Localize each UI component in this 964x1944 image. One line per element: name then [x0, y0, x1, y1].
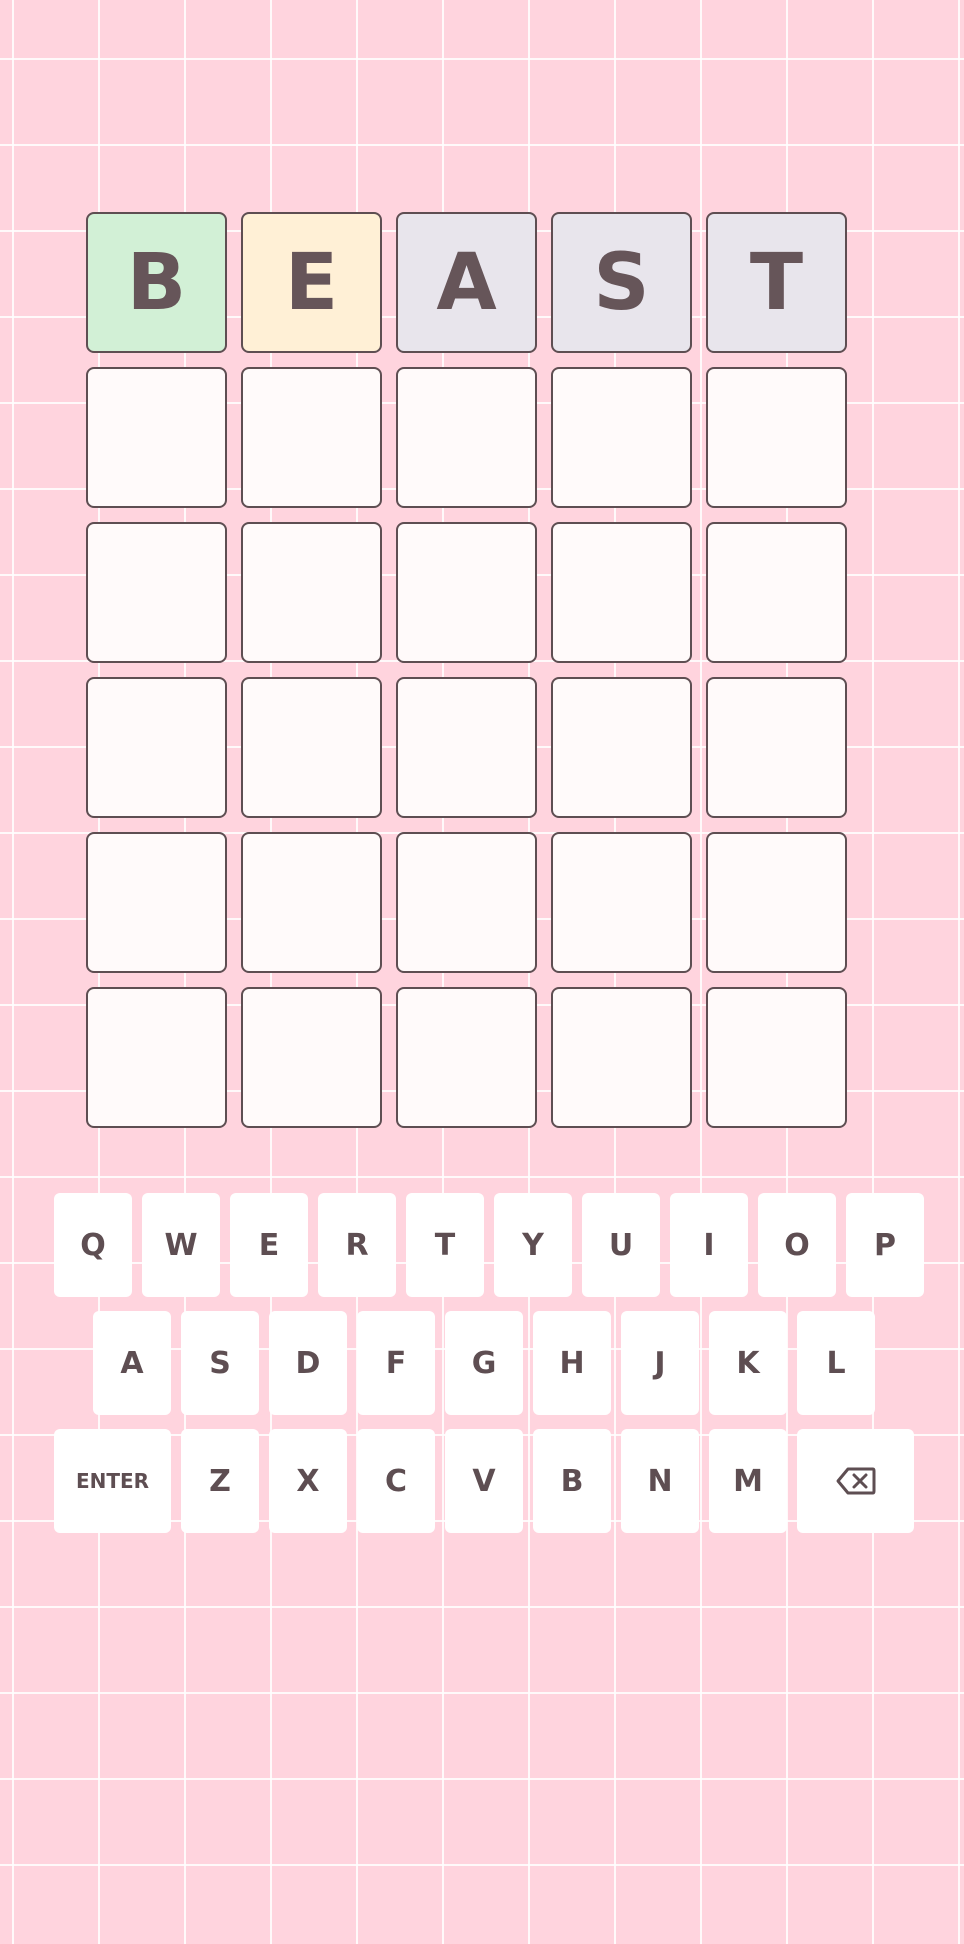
tile: B	[86, 212, 227, 353]
tile	[86, 522, 227, 663]
tile	[396, 677, 537, 818]
key-t[interactable]: T	[406, 1193, 484, 1297]
tile	[706, 987, 847, 1128]
tile	[86, 832, 227, 973]
tile	[241, 522, 382, 663]
key-z[interactable]: Z	[181, 1429, 259, 1533]
guess-row	[86, 522, 886, 663]
tile: T	[706, 212, 847, 353]
guess-row	[86, 367, 886, 508]
tile	[706, 367, 847, 508]
on-screen-keyboard: Q W E R T Y U I O P A S D F G H J K L EN…	[54, 1193, 924, 1547]
tile	[551, 832, 692, 973]
tile	[706, 832, 847, 973]
tile	[241, 367, 382, 508]
tile: S	[551, 212, 692, 353]
key-p[interactable]: P	[846, 1193, 924, 1297]
key-r[interactable]: R	[318, 1193, 396, 1297]
guess-row: B E A S T	[86, 212, 886, 353]
backspace-icon	[836, 1467, 875, 1495]
keyboard-row: Q W E R T Y U I O P	[54, 1193, 924, 1297]
key-y[interactable]: Y	[494, 1193, 572, 1297]
key-x[interactable]: X	[269, 1429, 347, 1533]
tile	[241, 832, 382, 973]
key-j[interactable]: J	[621, 1311, 699, 1415]
tile	[396, 987, 537, 1128]
key-k[interactable]: K	[709, 1311, 787, 1415]
key-q[interactable]: Q	[54, 1193, 132, 1297]
tile	[86, 677, 227, 818]
key-d[interactable]: D	[269, 1311, 347, 1415]
guess-row	[86, 832, 886, 973]
key-f[interactable]: F	[357, 1311, 435, 1415]
tile: E	[241, 212, 382, 353]
tile	[241, 677, 382, 818]
game-board: B E A S T	[86, 212, 886, 1142]
enter-key[interactable]: ENTER	[54, 1429, 171, 1533]
tile	[551, 367, 692, 508]
key-b[interactable]: B	[533, 1429, 611, 1533]
keyboard-row: ENTER Z X C V B N M	[54, 1429, 924, 1533]
tile	[86, 367, 227, 508]
tile	[86, 987, 227, 1128]
key-u[interactable]: U	[582, 1193, 660, 1297]
guess-row	[86, 987, 886, 1128]
key-l[interactable]: L	[797, 1311, 875, 1415]
guess-row	[86, 677, 886, 818]
key-s[interactable]: S	[181, 1311, 259, 1415]
key-h[interactable]: H	[533, 1311, 611, 1415]
key-g[interactable]: G	[445, 1311, 523, 1415]
key-v[interactable]: V	[445, 1429, 523, 1533]
key-n[interactable]: N	[621, 1429, 699, 1533]
key-c[interactable]: C	[357, 1429, 435, 1533]
key-w[interactable]: W	[142, 1193, 220, 1297]
tile	[396, 832, 537, 973]
tile: A	[396, 212, 537, 353]
keyboard-row: A S D F G H J K L	[54, 1311, 924, 1415]
key-m[interactable]: M	[709, 1429, 787, 1533]
backspace-key[interactable]	[797, 1429, 914, 1533]
tile	[396, 522, 537, 663]
tile	[551, 987, 692, 1128]
tile	[241, 987, 382, 1128]
key-i[interactable]: I	[670, 1193, 748, 1297]
key-a[interactable]: A	[93, 1311, 171, 1415]
tile	[706, 677, 847, 818]
key-o[interactable]: O	[758, 1193, 836, 1297]
tile	[396, 367, 537, 508]
key-e[interactable]: E	[230, 1193, 308, 1297]
tile	[551, 677, 692, 818]
tile	[706, 522, 847, 663]
tile	[551, 522, 692, 663]
